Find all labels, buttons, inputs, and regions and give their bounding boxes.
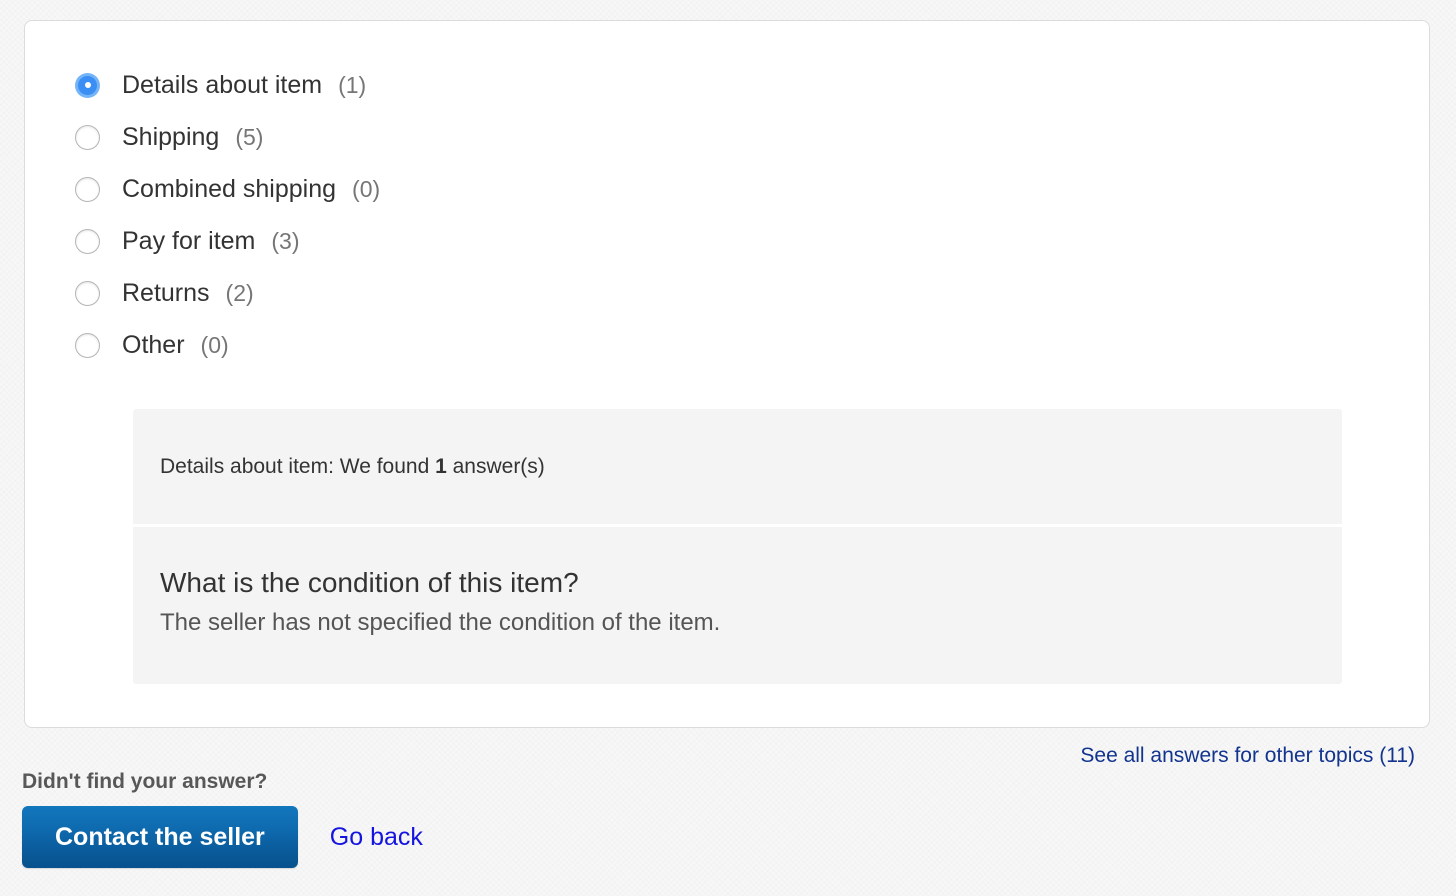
see-all-answers-link[interactable]: See all answers for other topics (11) — [1080, 744, 1415, 768]
topic-label: Combined shipping — [122, 174, 337, 203]
topic-label: Returns — [122, 278, 210, 307]
topic-option-shipping[interactable]: Shipping (5) — [75, 111, 380, 163]
radio-icon[interactable] — [75, 280, 100, 306]
summary-count: 1 — [435, 454, 447, 478]
topic-label: Shipping — [122, 122, 220, 151]
answers-summary-text: Details about item: We found 1 answer(s) — [160, 455, 545, 479]
answers-panel: Details about item: We found 1 answer(s)… — [133, 409, 1342, 684]
contact-the-seller-button[interactable]: Contact the seller — [22, 806, 298, 868]
topic-count: (2) — [225, 279, 254, 306]
answers-summary-panel: Details about item: We found 1 answer(s) — [133, 409, 1342, 524]
topic-radio-list: Details about item (1) Shipping (5) Comb… — [75, 59, 380, 371]
didnt-find-answer-heading: Didn't find your answer? — [22, 770, 268, 793]
radio-icon[interactable] — [75, 176, 100, 202]
answers-card: Details about item (1) Shipping (5) Comb… — [24, 20, 1430, 728]
topic-option-combined-shipping[interactable]: Combined shipping (0) — [75, 163, 380, 215]
topic-label: Details about item — [122, 70, 323, 99]
answer-question: What is the condition of this item? — [160, 567, 579, 598]
topic-option-other[interactable]: Other (0) — [75, 319, 380, 371]
summary-prefix: Details about item: We found — [160, 454, 436, 478]
topic-label: Pay for item — [122, 226, 256, 255]
topic-option-pay-for-item[interactable]: Pay for item (3) — [75, 215, 380, 267]
answer-item-panel: What is the condition of this item? The … — [133, 527, 1342, 684]
radio-icon[interactable] — [75, 332, 100, 358]
topic-option-returns[interactable]: Returns (2) — [75, 267, 380, 319]
topic-label: Other — [122, 330, 185, 359]
topic-count: (5) — [235, 123, 264, 150]
bottom-actions-row: Contact the seller Go back — [22, 806, 423, 868]
topic-count: (1) — [338, 71, 367, 98]
answer-body: The seller has not specified the conditi… — [160, 609, 721, 636]
summary-suffix: answer(s) — [446, 454, 545, 478]
radio-icon-selected[interactable] — [75, 72, 100, 98]
radio-icon[interactable] — [75, 228, 100, 254]
topic-count: (0) — [352, 175, 381, 202]
topic-option-details-about-item[interactable]: Details about item (1) — [75, 59, 380, 111]
topic-count: (0) — [200, 331, 229, 358]
radio-icon[interactable] — [75, 124, 100, 150]
go-back-link[interactable]: Go back — [330, 823, 423, 852]
topic-count: (3) — [271, 227, 300, 254]
bottom-actions-section: Didn't find your answer? Contact the sel… — [22, 770, 423, 868]
